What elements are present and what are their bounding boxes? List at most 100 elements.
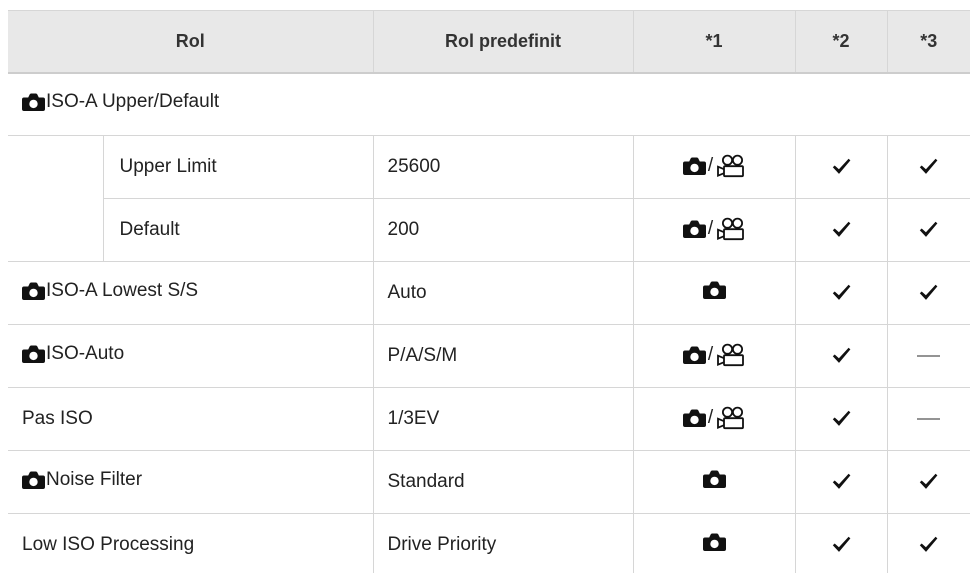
header-star1: *1 xyxy=(632,10,795,74)
check-icon xyxy=(832,536,851,553)
movie-icon xyxy=(715,154,745,178)
dash-icon xyxy=(917,417,941,421)
cell-star2 xyxy=(794,513,887,573)
table-row: ISO-A Lowest S/S Auto xyxy=(8,261,970,325)
dash-icon xyxy=(917,354,941,358)
cell-star3 xyxy=(886,324,970,388)
rol-text: Noise Filter xyxy=(46,469,143,490)
cell-star1: / xyxy=(632,324,795,388)
cell-rol: ISO-A Lowest S/S xyxy=(8,261,373,325)
icon-separator: / xyxy=(707,217,714,239)
mode-icons xyxy=(702,533,726,551)
rol-predefinit-text: 1/3EV xyxy=(387,408,440,429)
cell-star3 xyxy=(886,513,970,573)
check-icon xyxy=(919,221,938,238)
icon-separator: / xyxy=(707,154,714,176)
cell-star2 xyxy=(794,387,887,451)
check-icon xyxy=(832,158,851,175)
cell-star1: / xyxy=(632,387,795,451)
cell-star3 xyxy=(886,387,970,451)
table-row: Low ISO Processing Drive Priority xyxy=(8,513,970,573)
camera-icon xyxy=(22,345,45,363)
check-icon xyxy=(832,473,851,490)
camera-icon xyxy=(702,281,726,299)
check-icon xyxy=(919,473,938,490)
rol-text: Pas ISO xyxy=(22,408,93,429)
rol-label: ISO-Auto xyxy=(22,343,124,365)
table-row: Upper Limit 25600 / xyxy=(8,135,970,262)
mode-icons: / xyxy=(682,343,745,367)
mode-icons xyxy=(702,281,726,299)
cell-star3 xyxy=(886,135,970,199)
camera-icon xyxy=(682,157,706,175)
rol-label: Default xyxy=(120,219,180,241)
table-row: ISO-Auto P/A/S/M / xyxy=(8,324,970,388)
check-icon xyxy=(919,158,938,175)
rol-text: ISO-A Lowest S/S xyxy=(46,280,199,301)
cell-rol-predefinit: 25600 xyxy=(372,135,633,199)
check-icon xyxy=(832,410,851,427)
check-icon xyxy=(832,284,851,301)
rol-predefinit-text: Standard xyxy=(387,471,465,492)
indent-cell xyxy=(8,135,103,262)
rol-text: Upper Limit xyxy=(119,156,217,177)
cell-star1 xyxy=(632,261,795,325)
camera-icon xyxy=(702,533,726,551)
rol-text: Default xyxy=(119,219,180,240)
table-row: Pas ISO 1/3EV / xyxy=(8,387,970,451)
mode-icons xyxy=(702,470,726,488)
cell-star1 xyxy=(632,450,795,514)
cell-star3 xyxy=(886,198,970,262)
table-row: Noise Filter Standard xyxy=(8,450,970,514)
table-body: ISO-A Upper/Default Upper Limit 25600/Defa… xyxy=(8,72,970,573)
cell-rol-predefinit: Auto xyxy=(372,261,633,325)
cell-rol: Noise Filter xyxy=(8,450,373,514)
cell-star3 xyxy=(886,450,970,514)
header-star3: *3 xyxy=(886,10,970,74)
group-label-text: ISO-A Upper/Default xyxy=(46,91,220,113)
camera-icon xyxy=(682,346,706,364)
cell-rol-predefinit: Drive Priority xyxy=(372,513,633,573)
group-label: ISO-A Upper/Default xyxy=(22,91,219,113)
camera-icon xyxy=(22,282,45,300)
check-icon xyxy=(919,284,938,301)
rol-label: ISO-A Lowest S/S xyxy=(22,280,198,302)
icon-separator: / xyxy=(707,406,714,428)
camera-icon xyxy=(22,471,45,489)
check-icon xyxy=(832,347,851,364)
cell-star2 xyxy=(794,198,887,262)
cell-rol-predefinit: 200 xyxy=(372,198,633,262)
cell-rol: Pas ISO xyxy=(8,387,373,451)
rol-label: Upper Limit xyxy=(120,156,217,178)
rol-predefinit-text: Auto xyxy=(387,282,427,303)
group-label-cell: ISO-A Upper/Default xyxy=(8,72,970,136)
rol-label: Low ISO Processing xyxy=(22,534,194,556)
header-star2: *2 xyxy=(794,10,887,74)
cell-star2 xyxy=(794,450,887,514)
rol-label: Pas ISO xyxy=(22,408,93,430)
icon-separator: / xyxy=(707,343,714,365)
header-rol: Rol xyxy=(8,10,373,74)
header-rol-predefinit: Rol predefinit xyxy=(372,10,633,74)
rol-predefinit-text: 200 xyxy=(387,219,420,240)
settings-table-container: Rol Rol predefinit *1 *2 *3 ISO-A Upper/… xyxy=(8,10,970,573)
settings-table: Rol Rol predefinit *1 *2 *3 ISO-A Upper/… xyxy=(8,10,970,573)
rol-predefinit-text: 25600 xyxy=(387,156,441,177)
camera-icon xyxy=(702,470,726,488)
mode-icons: / xyxy=(682,217,745,241)
rol-text: Low ISO Processing xyxy=(22,534,195,555)
cell-star2 xyxy=(794,135,887,199)
cell-star1: / xyxy=(632,198,795,262)
check-icon xyxy=(919,536,938,553)
movie-icon xyxy=(715,343,745,367)
cell-rol-predefinit: P/A/S/M xyxy=(372,324,633,388)
check-icon xyxy=(832,221,851,238)
cell-rol: ISO-Auto xyxy=(8,324,373,388)
cell-star2 xyxy=(794,261,887,325)
cell-star1 xyxy=(632,513,795,573)
table-row: Default 200 / xyxy=(8,198,970,262)
movie-icon xyxy=(715,217,745,241)
camera-icon xyxy=(682,409,706,427)
mode-icons: / xyxy=(682,406,745,430)
camera-icon xyxy=(22,93,45,112)
